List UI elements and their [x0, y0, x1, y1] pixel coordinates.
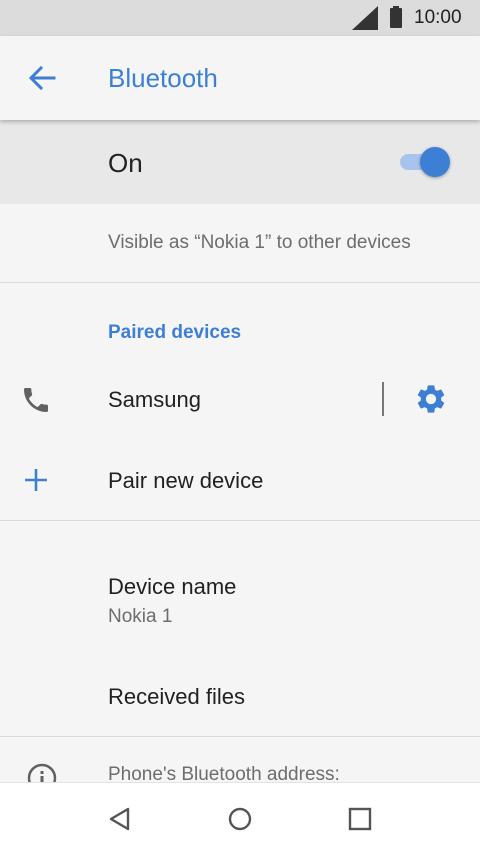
- page-title: Bluetooth: [108, 63, 218, 93]
- home-nav-icon[interactable]: [226, 805, 254, 838]
- divider: [0, 520, 480, 521]
- received-files-label: Received files: [108, 684, 245, 709]
- phone-icon: [20, 384, 52, 421]
- vertical-divider: [382, 382, 384, 416]
- app-bar: Bluetooth: [0, 36, 480, 120]
- status-bar: 10:00: [0, 0, 480, 36]
- divider: [0, 736, 480, 737]
- toggle-thumb: [420, 147, 450, 177]
- arrow-back-icon[interactable]: [24, 62, 60, 99]
- status-clock: 10:00: [414, 7, 462, 28]
- bluetooth-toggle[interactable]: [400, 146, 452, 178]
- paired-devices-header: Paired devices: [108, 322, 242, 343]
- plus-icon: [22, 466, 50, 499]
- bluetooth-master-switch-row[interactable]: On: [0, 120, 480, 204]
- back-nav-icon[interactable]: [106, 805, 134, 838]
- device-name-row[interactable]: Device name Nokia 1: [0, 560, 480, 646]
- device-name-label: Device name: [108, 574, 237, 599]
- signal-icon: [352, 6, 378, 35]
- visibility-text: Visible as “Nokia 1” to other devices: [108, 232, 411, 253]
- received-files-row[interactable]: Received files: [0, 660, 480, 732]
- gear-icon[interactable]: [414, 382, 448, 421]
- device-name-samsung: Samsung: [108, 387, 201, 412]
- navigation-bar: [0, 782, 480, 854]
- switch-label: On: [108, 148, 143, 178]
- pair-new-device-row[interactable]: Pair new device: [0, 446, 480, 516]
- pair-new-device-label: Pair new device: [108, 468, 264, 493]
- paired-device-row[interactable]: Samsung: [0, 366, 480, 434]
- battery-icon: [390, 6, 402, 33]
- divider: [0, 282, 480, 283]
- recents-nav-icon[interactable]: [346, 805, 374, 838]
- device-name-value: Nokia 1: [108, 606, 173, 627]
